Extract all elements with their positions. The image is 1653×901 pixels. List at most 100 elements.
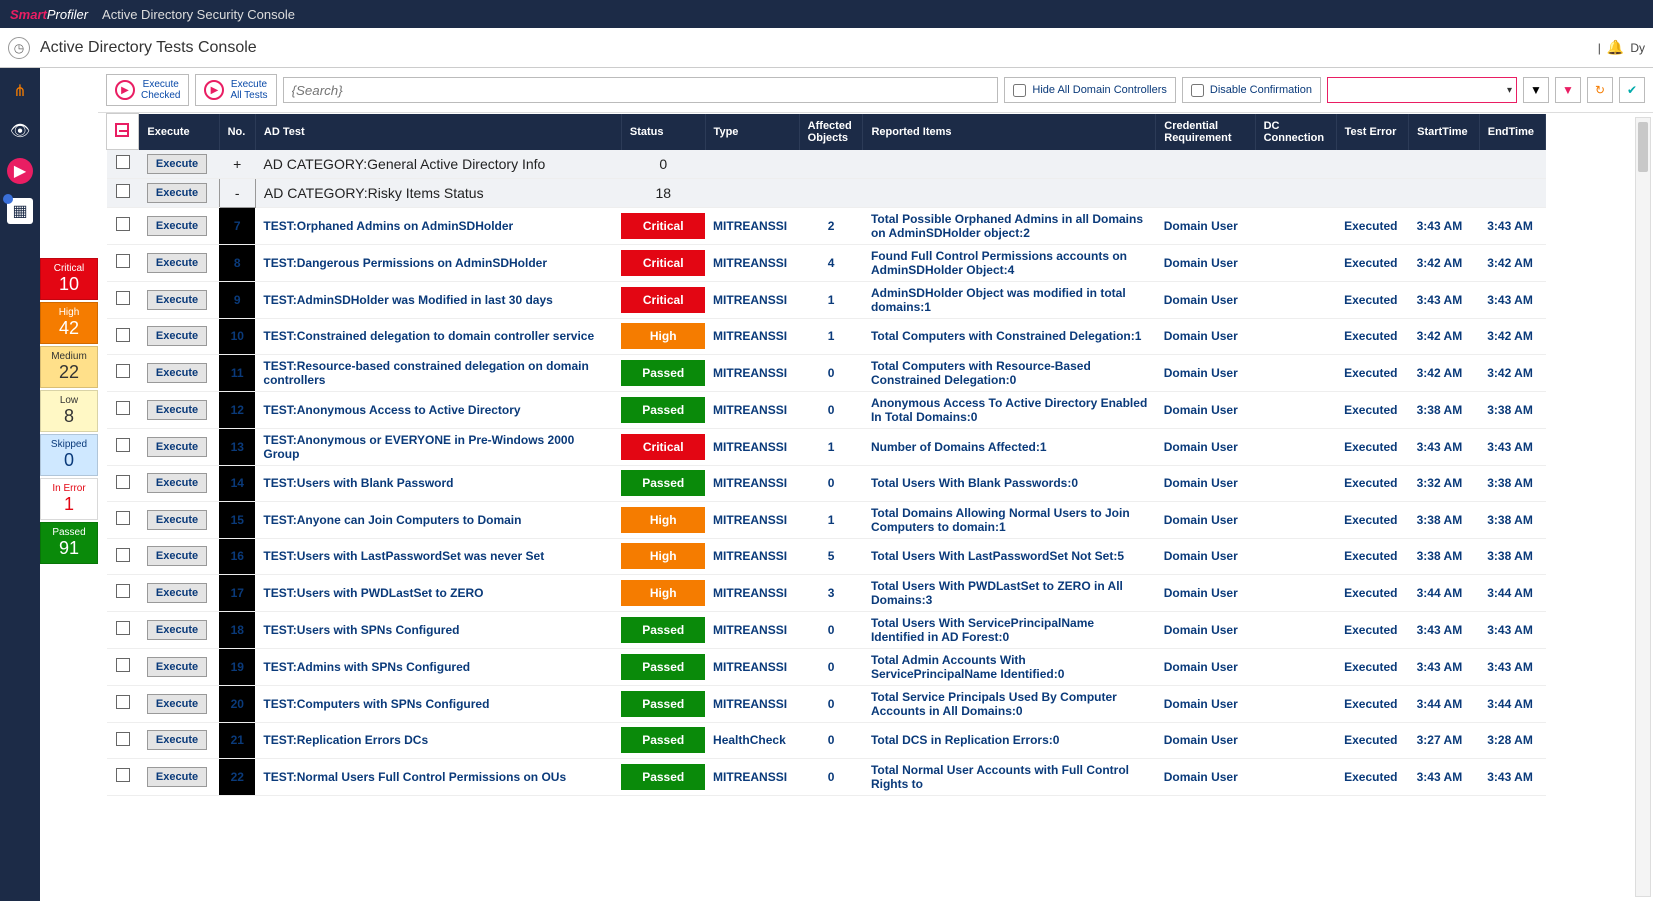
row-checkbox[interactable] [116, 438, 130, 452]
col-header[interactable]: Affected Objects [799, 114, 863, 150]
execute-button[interactable]: Execute [147, 730, 207, 750]
row-number: 8 [219, 244, 255, 281]
nav-nodes-icon[interactable]: ⋔ [7, 78, 33, 104]
table-row: Execute22TEST:Normal Users Full Control … [107, 758, 1546, 795]
execute-button[interactable]: Execute [147, 510, 207, 530]
col-header[interactable]: Type [705, 114, 799, 150]
execute-button[interactable]: Execute [147, 694, 207, 714]
end-time: 3:42 AM [1479, 354, 1545, 391]
row-checkbox[interactable] [116, 328, 130, 342]
row-number: 18 [219, 611, 255, 648]
row-number: 15 [219, 501, 255, 538]
row-checkbox[interactable] [116, 658, 130, 672]
row-checkbox[interactable] [116, 621, 130, 635]
table-row: Execute14TEST:Users with Blank PasswordP… [107, 465, 1546, 501]
row-checkbox[interactable] [116, 217, 130, 231]
filter-icon[interactable]: ▼ [1523, 77, 1549, 103]
affected-objects: 0 [799, 648, 863, 685]
nav-calendar-icon[interactable]: ▦ [7, 198, 33, 224]
search-input[interactable] [283, 77, 999, 103]
execute-button[interactable]: Execute [147, 620, 207, 640]
col-header[interactable]: Reported Items [863, 114, 1156, 150]
col-header[interactable]: AD Test [255, 114, 621, 150]
hide-dc-input[interactable] [1013, 84, 1026, 97]
row-checkbox[interactable] [116, 548, 130, 562]
category-name: AD CATEGORY:Risky Items Status [255, 178, 621, 207]
end-time: 3:44 AM [1479, 685, 1545, 722]
credential-requirement: Domain User [1156, 318, 1255, 354]
row-checkbox[interactable] [116, 584, 130, 598]
col-header[interactable]: Credential Requirement [1156, 114, 1255, 150]
execute-button[interactable]: Execute [147, 253, 207, 273]
test-error: Executed [1336, 722, 1409, 758]
nav-play-icon[interactable]: ▶ [7, 158, 33, 184]
refresh-icon[interactable]: ↻ [1587, 77, 1613, 103]
execute-button[interactable]: Execute [147, 767, 207, 787]
row-checkbox[interactable] [116, 254, 130, 268]
execute-button[interactable]: Execute [147, 583, 207, 603]
start-time: 3:43 AM [1409, 758, 1480, 795]
hide-dc-checkbox[interactable]: Hide All Domain Controllers [1004, 77, 1176, 103]
col-header[interactable]: Execute [139, 114, 219, 150]
affected-objects: 3 [799, 574, 863, 611]
filter-combo[interactable]: ▾ [1327, 77, 1517, 103]
execute-button[interactable]: Execute [147, 437, 207, 457]
dc-connection [1255, 244, 1336, 281]
execute-button[interactable]: Execute [147, 546, 207, 566]
disable-confirm-input[interactable] [1191, 84, 1204, 97]
col-header[interactable]: Status [621, 114, 705, 150]
execute-all-button[interactable]: ▶ Execute All Tests [195, 74, 276, 106]
row-checkbox[interactable] [116, 732, 130, 746]
row-checkbox[interactable] [116, 364, 130, 378]
row-checkbox[interactable] [116, 401, 130, 415]
row-checkbox[interactable] [116, 184, 130, 198]
execute-button[interactable]: Execute [147, 216, 207, 236]
dc-connection [1255, 758, 1336, 795]
row-checkbox[interactable] [116, 768, 130, 782]
reported-items: AdminSDHolder Object was modified in tot… [863, 281, 1156, 318]
expand-toggle[interactable]: - [219, 178, 255, 207]
vertical-scrollbar[interactable] [1635, 117, 1651, 897]
col-header[interactable]: Test Error [1336, 114, 1409, 150]
execute-checked-button[interactable]: ▶ Execute Checked [106, 74, 189, 106]
execute-button[interactable]: Execute [147, 473, 207, 493]
row-checkbox[interactable] [116, 475, 130, 489]
col-header[interactable]: No. [219, 114, 255, 150]
col-header[interactable]: DC Connection [1255, 114, 1336, 150]
execute-button[interactable]: Execute [147, 183, 207, 203]
row-checkbox[interactable] [116, 291, 130, 305]
col-header[interactable]: StartTime [1409, 114, 1480, 150]
disable-confirm-checkbox[interactable]: Disable Confirmation [1182, 77, 1321, 103]
affected-objects: 0 [799, 354, 863, 391]
execute-button[interactable]: Execute [147, 326, 207, 346]
stat-value: 22 [41, 362, 97, 383]
col-header[interactable]: EndTime [1479, 114, 1545, 150]
row-checkbox[interactable] [116, 155, 130, 169]
execute-button[interactable]: Execute [147, 363, 207, 383]
row-number: 20 [219, 685, 255, 722]
affected-objects: 4 [799, 244, 863, 281]
credential-requirement: Domain User [1156, 758, 1255, 795]
row-number: 10 [219, 318, 255, 354]
col-header[interactable] [107, 114, 139, 150]
scrollbar-thumb[interactable] [1638, 122, 1648, 172]
right-label: Dy [1630, 41, 1645, 55]
filter-pink-icon[interactable]: ▼ [1555, 77, 1581, 103]
test-type: MITREANSSI [705, 244, 799, 281]
reported-items: Total Users With LastPasswordSet Not Set… [863, 538, 1156, 574]
row-checkbox[interactable] [116, 511, 130, 525]
row-number: 7 [219, 207, 255, 244]
status-badge: Passed [621, 360, 705, 386]
execute-button[interactable]: Execute [147, 290, 207, 310]
bell-icon[interactable]: 🔔 [1607, 39, 1624, 56]
table-row: Execute20TEST:Computers with SPNs Config… [107, 685, 1546, 722]
check-icon[interactable]: ✔ [1619, 77, 1645, 103]
nav-eye-icon[interactable]: 👁 [7, 118, 33, 144]
header-checkbox[interactable] [115, 123, 129, 137]
execute-button[interactable]: Execute [147, 657, 207, 677]
execute-button[interactable]: Execute [147, 154, 207, 174]
expand-toggle[interactable]: + [219, 150, 255, 179]
row-checkbox[interactable] [116, 695, 130, 709]
reported-items: Total Users With ServicePrincipalName Id… [863, 611, 1156, 648]
execute-button[interactable]: Execute [147, 400, 207, 420]
